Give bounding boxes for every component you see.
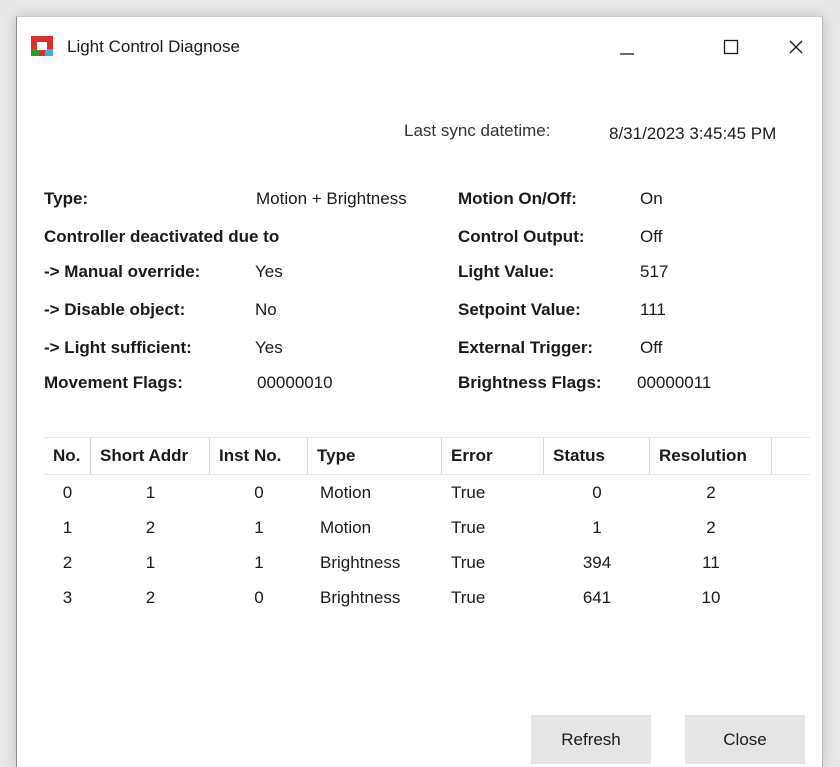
setpoint-value-label: Setpoint Value: [458, 300, 581, 319]
manual-override-value: Yes [255, 262, 283, 281]
cell-short-addr: 1 [145, 483, 156, 502]
column-header-error[interactable]: Error [442, 438, 544, 474]
light-value-label: Light Value: [458, 262, 555, 281]
table-row[interactable]: 1 2 1 Motion True 1 2 [44, 511, 810, 545]
dialog-window: Light Control Diagnose Last sync datetim… [16, 16, 823, 767]
movement-flags-value: 00000010 [257, 373, 333, 392]
close-button[interactable]: Close [685, 715, 805, 764]
cell-error: True [451, 483, 486, 502]
light-value-value: 517 [640, 262, 669, 281]
type-label: Type: [44, 189, 89, 208]
cell-no: 2 [62, 553, 73, 572]
cell-no: 3 [62, 588, 73, 607]
window-title: Light Control Diagnose [67, 37, 240, 56]
table-header: No. Short Addr Inst No. Type Error Statu… [44, 437, 810, 475]
close-icon [789, 40, 803, 54]
cell-short-addr: 1 [145, 553, 156, 572]
cell-status: 641 [582, 588, 612, 607]
cell-type: Brightness [320, 588, 401, 607]
cell-inst-no: 0 [254, 588, 264, 607]
motion-onoff-value: On [640, 189, 663, 208]
external-trigger-label: External Trigger: [458, 338, 594, 357]
cell-short-addr: 2 [145, 518, 156, 537]
external-trigger-value: Off [640, 338, 663, 357]
brightness-flags-label: Brightness Flags: [458, 373, 602, 392]
column-header-no[interactable]: No. [44, 438, 91, 474]
cell-type: Motion [320, 518, 372, 537]
disable-object-value: No [255, 300, 277, 319]
column-header-filler [772, 438, 810, 474]
table-row[interactable]: 3 2 0 Brightness True 641 10 [44, 581, 810, 615]
manual-override-label: -> Manual override: [44, 262, 201, 281]
cell-resolution: 10 [701, 588, 721, 607]
minimize-button[interactable] [597, 25, 655, 69]
cell-error: True [451, 518, 486, 537]
table-row[interactable]: 0 1 0 Motion True 0 2 [44, 476, 810, 510]
cell-error: True [451, 588, 486, 607]
close-window-button[interactable] [767, 25, 825, 69]
cell-status: 0 [592, 483, 602, 502]
cell-error: True [451, 553, 486, 572]
cell-resolution: 11 [702, 553, 720, 572]
column-header-type[interactable]: Type [308, 438, 442, 474]
cell-status: 1 [592, 518, 602, 537]
refresh-button[interactable]: Refresh [531, 715, 651, 764]
cell-type: Motion [320, 483, 372, 502]
table-row[interactable]: 2 1 1 Brightness True 394 11 [44, 546, 810, 580]
brightness-flags-value: 00000011 [637, 373, 712, 392]
minimize-icon [620, 53, 634, 55]
cell-inst-no: 1 [254, 553, 264, 572]
maximize-button[interactable] [702, 25, 760, 69]
column-header-status[interactable]: Status [544, 438, 650, 474]
cell-resolution: 2 [706, 483, 716, 502]
cell-resolution: 2 [706, 518, 716, 537]
sync-label: Last sync datetime: [404, 121, 551, 140]
light-sufficient-value: Yes [255, 338, 283, 357]
setpoint-value-value: 111 [640, 300, 666, 319]
cell-inst-no: 1 [254, 518, 264, 537]
cell-short-addr: 2 [145, 588, 156, 607]
column-header-inst-no[interactable]: Inst No. [210, 438, 308, 474]
app-icon [31, 36, 53, 56]
cell-type: Brightness [320, 553, 401, 572]
motion-onoff-label: Motion On/Off: [458, 189, 577, 208]
light-sufficient-label: -> Light sufficient: [44, 338, 192, 357]
control-output-value: Off [640, 227, 663, 246]
type-value: Motion + Brightness [256, 189, 407, 208]
movement-flags-label: Movement Flags: [44, 373, 183, 392]
cell-inst-no: 0 [254, 483, 264, 502]
column-header-short-addr[interactable]: Short Addr [91, 438, 210, 474]
control-output-label: Control Output: [458, 227, 585, 246]
column-header-resolution[interactable]: Resolution [650, 438, 772, 474]
cell-no: 1 [62, 518, 73, 537]
deactivated-label: Controller deactivated due to [44, 227, 280, 246]
maximize-icon [723, 39, 739, 55]
cell-status: 394 [582, 553, 612, 572]
cell-no: 0 [62, 483, 73, 502]
disable-object-label: -> Disable object: [44, 300, 186, 319]
sync-value: 8/31/2023 3:45:45 PM [609, 124, 777, 143]
